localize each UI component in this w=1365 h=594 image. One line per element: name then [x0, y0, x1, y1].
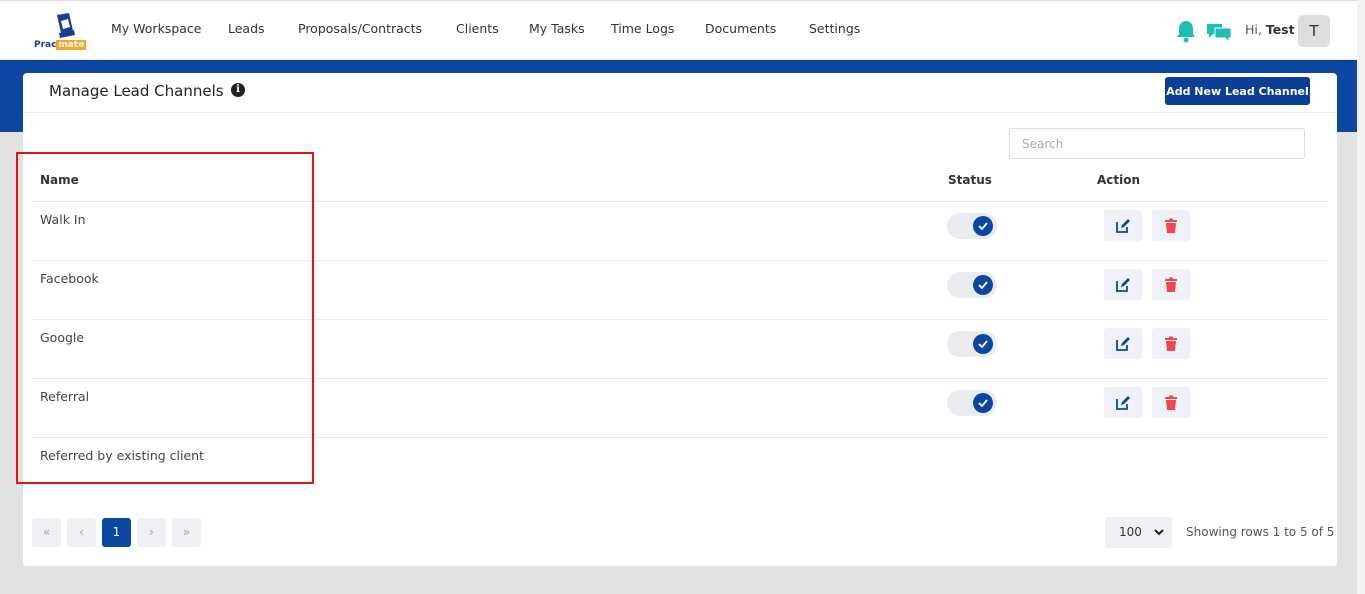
nav-settings[interactable]: Settings: [809, 21, 860, 39]
first-page-button[interactable]: «: [32, 518, 61, 547]
delete-button[interactable]: [1152, 269, 1190, 300]
search-input[interactable]: [1009, 128, 1305, 159]
toggle-knob: [973, 393, 993, 413]
logo-mark-icon: [57, 13, 75, 38]
nav-clients[interactable]: Clients: [456, 21, 499, 39]
status-toggle[interactable]: [947, 272, 997, 298]
top-navbar: Prac mate My Workspace Leads Proposals/Co…: [0, 0, 1365, 60]
trash-icon: [1165, 277, 1177, 292]
edit-button[interactable]: [1104, 210, 1142, 241]
toggle-knob: [973, 275, 993, 295]
status-toggle[interactable]: [947, 213, 997, 239]
edit-icon: [1116, 396, 1130, 410]
trash-icon: [1165, 395, 1177, 410]
last-page-button[interactable]: »: [172, 518, 201, 547]
nav-my-tasks[interactable]: My Tasks: [529, 21, 585, 39]
check-icon: [978, 340, 988, 348]
bell-icon[interactable]: [1175, 19, 1197, 43]
page-title: Manage Lead Channels: [49, 82, 224, 100]
avatar[interactable]: T: [1298, 15, 1330, 47]
info-icon[interactable]: i: [231, 83, 245, 97]
rows-per-page-select[interactable]: 100: [1105, 517, 1172, 548]
edit-icon: [1116, 219, 1130, 233]
check-icon: [978, 281, 988, 289]
delete-button[interactable]: [1152, 328, 1190, 359]
logo-wordmark: Prac mate: [34, 39, 87, 51]
edit-button[interactable]: [1104, 387, 1142, 418]
add-lead-channel-button[interactable]: Add New Lead Channel: [1165, 77, 1310, 105]
greeting-text: Hi,: [1245, 22, 1266, 37]
name-column-highlight: [16, 152, 314, 484]
check-icon: [978, 399, 988, 407]
toggle-knob: [973, 216, 993, 236]
edit-button[interactable]: [1104, 269, 1142, 300]
delete-button[interactable]: [1152, 210, 1190, 241]
chevron-down-icon: [1154, 529, 1164, 536]
nav-my-workspace[interactable]: My Workspace: [111, 21, 201, 39]
logo-text-part1: Prac: [34, 40, 57, 50]
nav-proposals-contracts[interactable]: Proposals/Contracts: [298, 21, 422, 39]
toggle-knob: [973, 334, 993, 354]
chat-icon[interactable]: [1206, 21, 1232, 43]
status-toggle[interactable]: [947, 390, 997, 416]
nav-leads[interactable]: Leads: [228, 21, 265, 39]
column-header-action: Action: [1097, 173, 1141, 187]
trash-icon: [1165, 336, 1177, 351]
page-1-button[interactable]: 1: [102, 518, 131, 547]
delete-button[interactable]: [1152, 387, 1190, 418]
prev-page-button[interactable]: ‹: [67, 518, 96, 547]
nav-time-logs[interactable]: Time Logs: [611, 21, 674, 39]
edit-button[interactable]: [1104, 328, 1142, 359]
edit-icon: [1116, 278, 1130, 292]
status-toggle[interactable]: [947, 331, 997, 357]
rows-per-page-value: 100: [1119, 525, 1142, 539]
page-scrollbar[interactable]: [1357, 0, 1365, 594]
user-name: Test: [1265, 22, 1295, 37]
pracmate-logo[interactable]: Prac mate: [34, 13, 92, 55]
card-header: Manage Lead Channels i Add New Lead Chan…: [23, 73, 1337, 113]
user-greeting: Hi, Test: [1245, 22, 1295, 37]
trash-icon: [1165, 218, 1177, 233]
next-page-button[interactable]: ›: [137, 518, 166, 547]
column-header-status[interactable]: Status: [948, 173, 992, 187]
nav-documents[interactable]: Documents: [705, 21, 776, 39]
rows-info: Showing rows 1 to 5 of 5: [1186, 525, 1335, 539]
check-icon: [978, 222, 988, 230]
logo-text-part2: mate: [56, 40, 87, 50]
edit-icon: [1116, 337, 1130, 351]
